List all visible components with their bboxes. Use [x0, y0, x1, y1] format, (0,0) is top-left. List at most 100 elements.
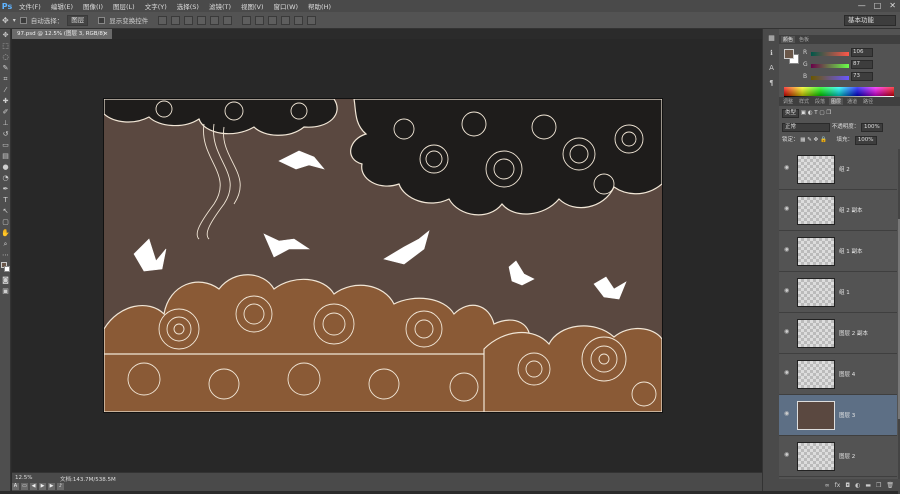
screen-mode-icon[interactable]: ▣ — [1, 287, 10, 296]
add-mask-icon[interactable]: ◘ — [845, 482, 850, 489]
layer-row[interactable]: ◉ 组 1 副本 — [779, 231, 897, 272]
gradient-icon[interactable]: ▤ — [1, 152, 10, 161]
lock-position-icon[interactable]: ✥ — [814, 137, 819, 143]
filter-shape-icon[interactable]: ▢ — [819, 110, 824, 116]
healing-brush-icon[interactable]: ✚ — [1, 97, 10, 106]
new-adjustment-icon[interactable]: ◐ — [855, 482, 860, 489]
tab-styles[interactable]: 样式 — [797, 98, 811, 105]
opacity-input[interactable]: 100% — [861, 123, 883, 132]
properties-panel-icon[interactable]: ℹ — [766, 48, 777, 59]
crop-icon[interactable]: ⌗ — [1, 75, 10, 84]
maximize-button[interactable]: □ — [874, 1, 882, 10]
visibility-eye-icon[interactable]: ◉ — [784, 329, 792, 335]
layer-row[interactable]: ◉ 组 2 副本 — [779, 190, 897, 231]
visibility-eye-icon[interactable]: ◉ — [784, 288, 792, 294]
auto-select-checkbox[interactable] — [19, 16, 27, 24]
layer-row[interactable]: ◉ 图层 2 副本 — [779, 313, 897, 354]
distribute-top-icon[interactable] — [242, 15, 252, 25]
pen-icon[interactable]: ✒ — [1, 185, 10, 194]
eyedropper-icon[interactable]: ⁄ — [1, 86, 10, 95]
tool-preset-dropdown[interactable]: ▾ — [13, 17, 16, 24]
menu-image[interactable]: 图像(I) — [78, 1, 108, 11]
tab-adjustments[interactable]: 调整 — [781, 98, 795, 105]
eraser-icon[interactable]: ▭ — [1, 141, 10, 150]
zoom-level[interactable]: 12.5% — [15, 475, 32, 481]
color-swatches-icon[interactable] — [1, 262, 10, 274]
type-icon[interactable]: T — [1, 196, 10, 205]
canvas-workspace[interactable] — [12, 39, 762, 472]
link-layers-icon[interactable]: ∞ — [825, 482, 830, 489]
b-value-input[interactable]: 73 — [851, 72, 873, 81]
quick-select-icon[interactable]: ✎ — [1, 64, 10, 73]
clone-stamp-icon[interactable]: ⊥ — [1, 119, 10, 128]
menu-select[interactable]: 选择(S) — [172, 1, 204, 11]
distribute-vcenter-icon[interactable] — [255, 15, 265, 25]
move-icon[interactable]: ✥ — [1, 31, 10, 40]
visibility-eye-icon[interactable]: ◉ — [784, 452, 792, 458]
app-logo[interactable]: Ps — [0, 2, 14, 11]
layer-row-selected[interactable]: ◉ 图层 3 — [779, 395, 897, 436]
filter-smart-icon[interactable]: ❒ — [826, 110, 831, 116]
menu-edit[interactable]: 编辑(E) — [46, 1, 78, 11]
close-tab-icon[interactable]: × — [103, 29, 108, 39]
distribute-left-icon[interactable] — [281, 15, 291, 25]
menu-file[interactable]: 文件(F) — [14, 1, 46, 11]
b-slider[interactable] — [811, 76, 849, 80]
visibility-eye-icon[interactable]: ◉ — [784, 247, 792, 253]
play-icon[interactable]: ▶ — [39, 483, 46, 490]
filter-pixel-icon[interactable]: ▣ — [801, 110, 806, 116]
menu-filter[interactable]: 滤镜(T) — [204, 1, 236, 11]
lock-transparent-icon[interactable]: ▦ — [800, 137, 805, 143]
shape-icon[interactable]: ▢ — [1, 218, 10, 227]
auto-select-dropdown[interactable]: 图层 — [67, 14, 89, 26]
document-canvas[interactable] — [104, 99, 662, 412]
layer-filter-dropdown[interactable]: 类型 — [782, 109, 800, 118]
menu-type[interactable]: 文字(Y) — [140, 1, 172, 11]
mini-bridge-icon[interactable]: A — [12, 483, 19, 490]
dodge-icon[interactable]: ◔ — [1, 174, 10, 183]
delete-layer-icon[interactable]: 🗑 — [886, 482, 894, 489]
show-transform-checkbox[interactable] — [98, 16, 106, 24]
document-tab[interactable]: 97.psd @ 12.5% (图层 3, RGB/8) × — [12, 29, 112, 39]
r-value-input[interactable]: 106 — [851, 48, 873, 57]
timeline-icon[interactable]: ▭ — [21, 483, 28, 490]
fill-input[interactable]: 100% — [854, 136, 877, 145]
minimize-button[interactable]: — — [858, 1, 866, 10]
hand-icon[interactable]: ✋ — [1, 229, 10, 238]
new-layer-icon[interactable]: ❐ — [876, 482, 881, 489]
menu-layer[interactable]: 图层(L) — [108, 1, 140, 11]
quick-mask-icon[interactable]: ◙ — [1, 276, 10, 285]
tab-layers[interactable]: 图层 — [829, 98, 844, 105]
tab-channels[interactable]: 通道 — [845, 98, 859, 105]
r-slider[interactable] — [811, 52, 849, 56]
lock-pixels-icon[interactable]: ✎ — [807, 137, 812, 143]
path-select-icon[interactable]: ↖ — [1, 207, 10, 216]
document-size-info[interactable]: 文档:143.7M/538.5M — [60, 475, 116, 483]
menu-view[interactable]: 视图(V) — [236, 1, 269, 11]
distribute-hcenter-icon[interactable] — [294, 15, 304, 25]
align-vcenter-icon[interactable] — [171, 15, 181, 25]
layer-style-icon[interactable]: fx — [835, 482, 841, 489]
align-hcenter-icon[interactable] — [210, 15, 220, 25]
visibility-eye-icon[interactable]: ◉ — [784, 206, 792, 212]
distribute-right-icon[interactable] — [307, 15, 317, 25]
tab-swatches[interactable]: 色板 — [797, 36, 811, 43]
foreground-color-swatch[interactable] — [784, 49, 794, 59]
distribute-bottom-icon[interactable] — [268, 15, 278, 25]
layer-row[interactable]: ◉ 图层 2 — [779, 436, 897, 477]
layer-row[interactable]: ◉ 图层 4 — [779, 354, 897, 395]
align-bottom-icon[interactable] — [184, 15, 194, 25]
new-group-icon[interactable]: ▬ — [865, 482, 871, 489]
visibility-eye-icon[interactable]: ◉ — [784, 165, 792, 171]
tab-paths[interactable]: 路径 — [861, 98, 875, 105]
tab-color[interactable]: 颜色 — [781, 36, 796, 43]
layer-row[interactable]: ◉ 组 2 — [779, 149, 897, 190]
workspace-dropdown[interactable]: 基本功能 — [844, 15, 896, 26]
blur-icon[interactable]: ● — [1, 163, 10, 172]
brush-icon[interactable]: ✐ — [1, 108, 10, 117]
first-frame-icon[interactable]: ◀ — [30, 483, 37, 490]
align-right-icon[interactable] — [223, 15, 233, 25]
history-panel-icon[interactable]: ▦ — [766, 33, 777, 44]
menu-window[interactable]: 窗口(W) — [269, 1, 304, 11]
align-left-icon[interactable] — [197, 15, 207, 25]
